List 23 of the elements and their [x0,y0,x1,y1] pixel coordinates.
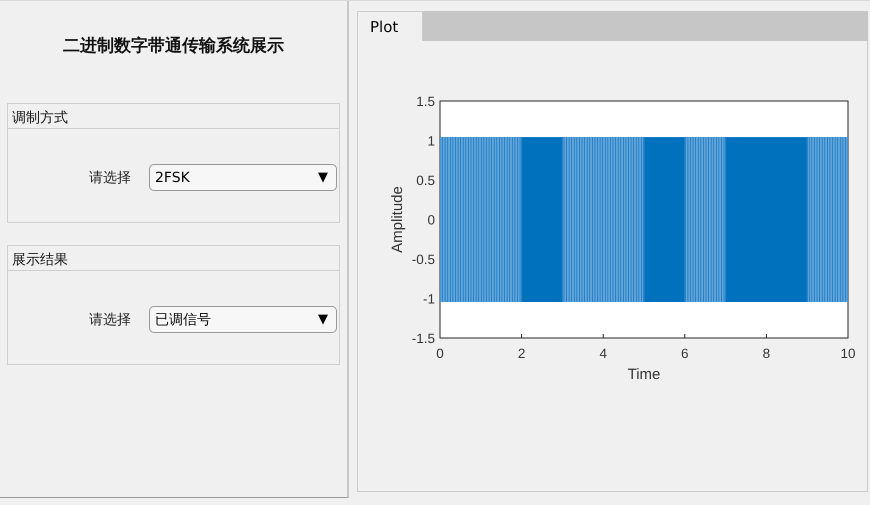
y-tick-label: -1 [422,292,435,306]
y-tick-label: -1.5 [412,331,435,346]
app-title: 二进制数字带通传输系统展示 [62,35,285,57]
y-axis-label: Amplitude [389,186,406,253]
x-tick-label: 0 [436,346,444,361]
x-axis-label: Time [628,366,660,381]
x-tick-label: 2 [518,346,526,361]
x-tick-label: 4 [599,346,607,361]
y-tick-label: 1 [427,134,435,148]
x-tick-label: 6 [681,346,689,361]
x-tick-label: 8 [762,346,770,361]
x-tick-label: 10 [840,346,856,361]
plot-tab[interactable]: Plot [357,11,423,41]
panel-title: 调制方式 [8,104,339,129]
dropdown[interactable]: 2FSK ▼ [149,164,337,191]
dropdown[interactable]: 已调信号 ▼ [149,306,337,333]
y-tick-label: 1.5 [416,94,435,109]
dropdown-label: 请选择 [89,168,131,186]
panel-title: 展示结果 [8,246,339,271]
y-tick-label: 0.5 [416,173,435,188]
y-tick-label: -0.5 [412,252,435,267]
dropdown-label: 请选择 [89,310,131,328]
y-tick-label: 0 [427,212,435,228]
